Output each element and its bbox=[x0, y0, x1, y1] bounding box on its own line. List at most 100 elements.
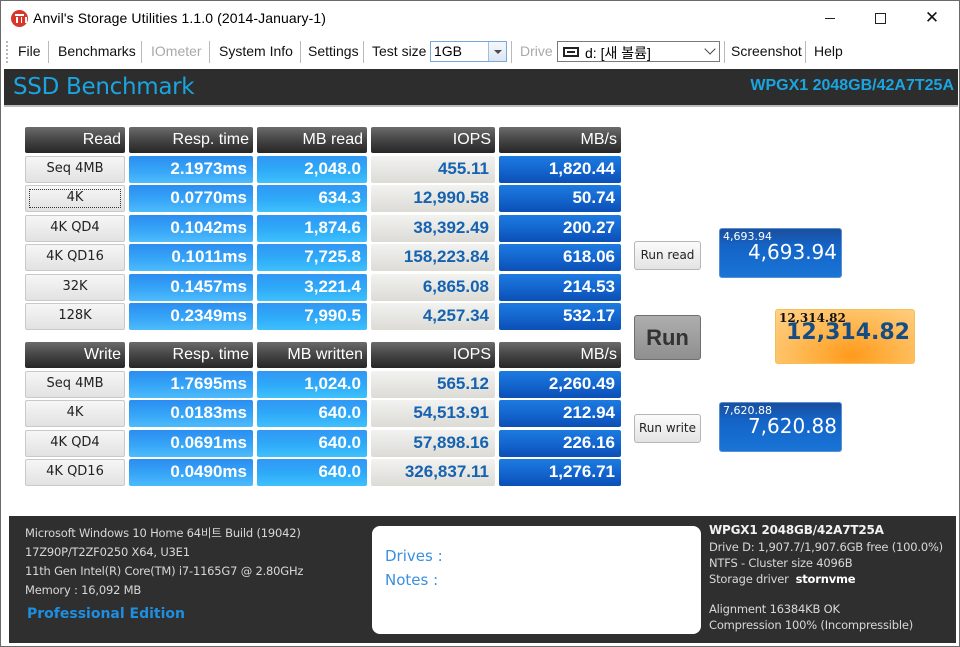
compression-info: Compression 100% (Incompressible) bbox=[709, 618, 914, 632]
window-title: Anvil's Storage Utilities 1.1.0 (2014-Ja… bbox=[33, 10, 327, 26]
read-cell-response-time: 0.2349ms bbox=[129, 303, 253, 330]
storage-driver: Storage driver stornvme bbox=[709, 572, 856, 586]
write-cell-iops: 54,513.91 bbox=[371, 400, 495, 427]
menu-toolbar: File Benchmarks IOmeter System Info Sett… bbox=[1, 37, 959, 66]
read-cell-iops: 12,990.58 bbox=[371, 185, 495, 212]
app-logo-icon bbox=[11, 10, 28, 27]
write-cell-response-time: 1.7695ms bbox=[129, 371, 253, 398]
read-cell-iops: 4,257.34 bbox=[371, 303, 495, 330]
total-score-value: 12,314.82 bbox=[786, 320, 910, 345]
maximize-button[interactable] bbox=[857, 1, 903, 35]
drive-model-label: WPGX1 2048GB/42A7T25A bbox=[750, 77, 954, 94]
drive-select[interactable]: d: [새 볼륨] bbox=[557, 41, 720, 62]
dropdown-arrow-icon[interactable] bbox=[488, 42, 506, 61]
close-button[interactable]: ✕ bbox=[909, 1, 955, 35]
minimize-button[interactable] bbox=[807, 1, 853, 35]
maximize-icon bbox=[874, 12, 886, 24]
write-header-iops: IOPS bbox=[371, 342, 495, 368]
run-button[interactable]: Run bbox=[634, 315, 701, 360]
run-read-button[interactable]: Run read bbox=[634, 241, 701, 270]
run-write-button[interactable]: Run write bbox=[634, 414, 701, 443]
write-cell-mb-transferred: 640.0 bbox=[257, 400, 367, 427]
write-cell-response-time: 0.0691ms bbox=[129, 430, 253, 457]
read-cell-response-time: 2.1973ms bbox=[129, 156, 253, 183]
alignment-info: Alignment 16384KB OK bbox=[709, 602, 840, 616]
read-cell-mb-transferred: 3,221.4 bbox=[257, 274, 367, 301]
test-size-select[interactable]: 1GB bbox=[430, 41, 507, 62]
read-cell-iops: 455.11 bbox=[371, 156, 495, 183]
write-cell-mb-per-sec: 212.94 bbox=[499, 400, 621, 427]
menu-system-info[interactable]: System Info bbox=[219, 43, 293, 59]
write-test-button[interactable]: Seq 4MB bbox=[25, 371, 125, 398]
read-cell-iops: 158,223.84 bbox=[371, 244, 495, 271]
read-cell-mb-per-sec: 532.17 bbox=[499, 303, 621, 330]
toolbar-grip[interactable] bbox=[6, 41, 8, 63]
read-header-test-name: Read bbox=[25, 127, 125, 153]
title-bar: Anvil's Storage Utilities 1.1.0 (2014-Ja… bbox=[1, 1, 959, 35]
memory-info: Memory : 16,092 MB bbox=[25, 583, 142, 597]
edition-label: Professional Edition bbox=[27, 606, 185, 622]
read-score-value: 4,693.94 bbox=[747, 240, 837, 264]
read-cell-mb-transferred: 634.3 bbox=[257, 185, 367, 212]
read-test-button[interactable]: 128K bbox=[25, 303, 125, 330]
read-header-mb-per-sec: MB/s bbox=[499, 127, 621, 153]
minimize-icon bbox=[825, 17, 835, 19]
write-test-button[interactable]: 4K QD16 bbox=[25, 459, 125, 486]
machine-info: 17Z90P/T2ZF0250 X64, U3E1 bbox=[25, 545, 190, 559]
read-cell-mb-per-sec: 214.53 bbox=[499, 274, 621, 301]
read-cell-response-time: 0.1042ms bbox=[129, 215, 253, 242]
benchmark-header: SSD Benchmark WPGX1 2048GB/42A7T25A bbox=[4, 69, 958, 107]
write-header-mb-transferred: MB written bbox=[257, 342, 367, 368]
read-test-button[interactable]: Seq 4MB bbox=[25, 156, 125, 183]
write-cell-response-time: 0.0490ms bbox=[129, 459, 253, 486]
read-header-response-time: Resp. time bbox=[129, 127, 253, 153]
menu-screenshot[interactable]: Screenshot bbox=[731, 43, 802, 59]
read-cell-mb-transferred: 1,874.6 bbox=[257, 215, 367, 242]
total-score-box: 12,314.82 12,314.82 bbox=[775, 309, 915, 364]
drive-label: Drive bbox=[520, 43, 553, 59]
menu-help[interactable]: Help bbox=[814, 43, 843, 59]
notes-panel[interactable]: Drives : Notes : bbox=[372, 526, 701, 634]
read-test-button[interactable]: 4K bbox=[25, 185, 125, 212]
read-cell-mb-per-sec: 618.06 bbox=[499, 244, 621, 271]
read-cell-response-time: 0.0770ms bbox=[129, 185, 253, 212]
write-cell-mb-transferred: 640.0 bbox=[257, 430, 367, 457]
write-header-test-name: Write bbox=[25, 342, 125, 368]
write-cell-mb-transferred: 1,024.0 bbox=[257, 371, 367, 398]
write-cell-mb-per-sec: 1,276.71 bbox=[499, 459, 621, 486]
read-test-button[interactable]: 4K QD4 bbox=[25, 215, 125, 242]
toolbar-separator bbox=[724, 41, 725, 63]
read-test-button[interactable]: 32K bbox=[25, 274, 125, 301]
drives-note-label: Drives : bbox=[385, 547, 443, 565]
write-cell-response-time: 0.0183ms bbox=[129, 400, 253, 427]
menu-iometer[interactable]: IOmeter bbox=[151, 43, 202, 59]
menu-file[interactable]: File bbox=[18, 43, 41, 59]
write-cell-mb-transferred: 640.0 bbox=[257, 459, 367, 486]
write-score-box: 7,620.88 7,620.88 bbox=[719, 402, 842, 452]
drive-value: d: [새 볼륨] bbox=[585, 45, 651, 61]
read-score-box: 4,693.94 4,693.94 bbox=[719, 228, 842, 278]
page-title: SSD Benchmark bbox=[13, 74, 195, 100]
app-window: Anvil's Storage Utilities 1.1.0 (2014-Ja… bbox=[0, 0, 960, 647]
toolbar-separator bbox=[48, 41, 49, 63]
read-cell-response-time: 0.1011ms bbox=[129, 244, 253, 271]
menu-benchmarks[interactable]: Benchmarks bbox=[58, 43, 136, 59]
read-cell-mb-transferred: 7,990.5 bbox=[257, 303, 367, 330]
read-cell-mb-per-sec: 50.74 bbox=[499, 185, 621, 212]
drive-info-title: WPGX1 2048GB/42A7T25A bbox=[709, 523, 884, 537]
read-test-button[interactable]: 4K QD16 bbox=[25, 244, 125, 271]
storage-driver-value: stornvme bbox=[795, 572, 856, 586]
menu-settings[interactable]: Settings bbox=[308, 43, 359, 59]
os-info: Microsoft Windows 10 Home 64비트 Build (19… bbox=[25, 526, 301, 540]
read-cell-mb-transferred: 2,048.0 bbox=[257, 156, 367, 183]
write-test-button[interactable]: 4K QD4 bbox=[25, 430, 125, 457]
storage-driver-label: Storage driver bbox=[709, 572, 789, 586]
system-info-footer: Microsoft Windows 10 Home 64비트 Build (19… bbox=[9, 516, 956, 643]
toolbar-separator bbox=[141, 41, 142, 63]
write-header-mb-per-sec: MB/s bbox=[499, 342, 621, 368]
read-header-mb-transferred: MB read bbox=[257, 127, 367, 153]
write-test-button[interactable]: 4K bbox=[25, 400, 125, 427]
read-cell-iops: 6,865.08 bbox=[371, 274, 495, 301]
chevron-down-icon[interactable] bbox=[704, 43, 716, 55]
write-cell-mb-per-sec: 2,260.49 bbox=[499, 371, 621, 398]
